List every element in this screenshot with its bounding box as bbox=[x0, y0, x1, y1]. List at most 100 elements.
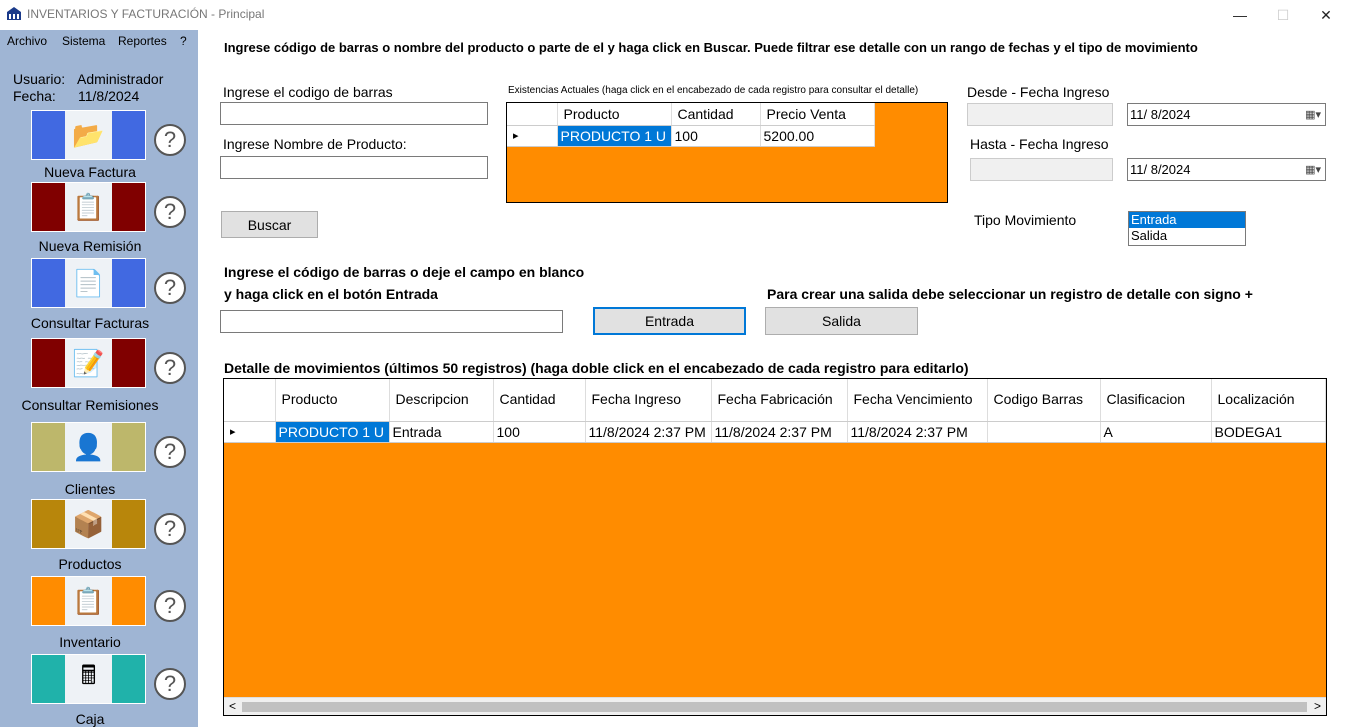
detail-cell[interactable]: A bbox=[1100, 421, 1212, 443]
horizontal-scrollbar[interactable]: < > bbox=[224, 697, 1326, 715]
menu-reportes[interactable]: Reportes bbox=[118, 34, 167, 48]
detail-column-header[interactable]: Codigo Barras bbox=[987, 379, 1101, 422]
detail-cell[interactable]: BODEGA1 bbox=[1211, 421, 1326, 443]
tile-button-1[interactable]: 📋 bbox=[31, 182, 146, 232]
help-icon[interactable]: ? bbox=[154, 668, 186, 700]
menu-archivo[interactable]: Archivo bbox=[7, 34, 47, 48]
detail-header-row: Producto Descripcion Cantidad Fecha Ingreso… bbox=[224, 379, 1326, 422]
maximize-button[interactable]: ☐ bbox=[1260, 0, 1306, 30]
stock-column-header[interactable]: Precio Venta bbox=[760, 103, 875, 126]
client-folder-icon: 👤 bbox=[72, 431, 105, 462]
document-pen-icon: 📝 bbox=[72, 347, 105, 378]
tile-label: Consultar Facturas bbox=[30, 315, 150, 331]
tile-label: Nueva Remisión bbox=[38, 238, 142, 254]
detail-cell[interactable]: PRODUCTO 1 U bbox=[275, 421, 390, 443]
row-marker[interactable]: ▸ bbox=[224, 421, 276, 443]
to-date-picker[interactable]: 11/ 8/2024 ▦▾ bbox=[1127, 158, 1326, 181]
detail-column-header[interactable]: Clasificacion bbox=[1100, 379, 1212, 422]
barcode-label: Ingrese el codigo de barras bbox=[223, 84, 393, 100]
detail-cell[interactable]: 100 bbox=[493, 421, 586, 443]
menu-help[interactable]: ? bbox=[180, 34, 187, 48]
product-name-label: Ingrese Nombre de Producto: bbox=[223, 136, 407, 152]
entry-button[interactable]: Entrada bbox=[593, 307, 746, 335]
tile-label: Productos bbox=[58, 556, 122, 572]
detail-column-header[interactable]: Descripcion bbox=[389, 379, 494, 422]
tile-label: Clientes bbox=[64, 481, 116, 497]
app-icon bbox=[6, 6, 22, 22]
detail-cell[interactable] bbox=[987, 421, 1101, 443]
user-value: Administrador bbox=[77, 71, 164, 87]
movement-option-entrada[interactable]: Entrada bbox=[1129, 212, 1245, 228]
entry-barcode-input[interactable] bbox=[220, 310, 563, 333]
detail-column-header[interactable]: Localización bbox=[1211, 379, 1326, 422]
stock-cell[interactable]: 100 bbox=[671, 125, 761, 147]
box-icon: 📦 bbox=[72, 508, 105, 539]
help-icon[interactable]: ? bbox=[154, 352, 186, 384]
scroll-left-arrow[interactable]: < bbox=[229, 699, 236, 713]
detail-column-header[interactable]: Fecha Fabricación bbox=[711, 379, 848, 422]
detail-caption: Detalle de movimientos (últimos 50 regis… bbox=[224, 360, 969, 376]
scroll-thumb[interactable] bbox=[242, 702, 1307, 712]
tile-button-2[interactable]: 📄 bbox=[31, 258, 146, 308]
product-name-input[interactable] bbox=[220, 156, 488, 179]
detail-cell[interactable]: Entrada bbox=[389, 421, 494, 443]
tile-button-3[interactable]: 📝 bbox=[31, 338, 146, 388]
detail-cell[interactable]: 11/8/2024 2:37 PM bbox=[585, 421, 712, 443]
movement-type-list[interactable]: Entrada Salida bbox=[1128, 211, 1246, 246]
scroll-right-arrow[interactable]: > bbox=[1314, 699, 1321, 713]
tile-button-0[interactable]: 📂 bbox=[31, 110, 146, 160]
calendar-icon[interactable]: ▦▾ bbox=[1305, 163, 1321, 176]
detail-column-header[interactable]: Cantidad bbox=[493, 379, 586, 422]
help-icon[interactable]: ? bbox=[154, 513, 186, 545]
invoice-folder-icon: 📂 bbox=[72, 119, 105, 150]
stock-header-row: Producto Cantidad Precio Venta bbox=[507, 103, 875, 126]
tile-button-5[interactable]: 📦 bbox=[31, 499, 146, 549]
row-marker[interactable]: ▸ bbox=[507, 125, 558, 147]
title-bar: INVENTARIOS Y FACTURACIÓN - Principal — … bbox=[0, 0, 1349, 30]
user-label: Usuario: bbox=[13, 71, 66, 87]
detail-column-header[interactable]: Producto bbox=[275, 379, 390, 422]
help-icon[interactable]: ? bbox=[154, 196, 186, 228]
movement-type-label: Tipo Movimiento bbox=[974, 212, 1077, 228]
tile-label: Inventario bbox=[59, 634, 121, 650]
stock-column-header[interactable]: Cantidad bbox=[671, 103, 761, 126]
detail-column-header[interactable]: Fecha Vencimiento bbox=[847, 379, 988, 422]
stock-caption: Existencias Actuales (haga click en el e… bbox=[508, 85, 919, 96]
stock-row[interactable]: ▸ PRODUCTO 1 U 100 5200.00 bbox=[507, 125, 875, 147]
exit-button[interactable]: Salida bbox=[765, 307, 918, 335]
stock-column-header[interactable]: Producto bbox=[557, 103, 672, 126]
help-icon[interactable]: ? bbox=[154, 124, 186, 156]
tile-button-7[interactable]: 🖩 bbox=[31, 654, 146, 704]
tile-button-4[interactable]: 👤 bbox=[31, 422, 146, 472]
date-value: 11/8/2024 bbox=[78, 88, 140, 104]
stock-cell[interactable]: 5200.00 bbox=[760, 125, 875, 147]
barcode-input[interactable] bbox=[220, 102, 488, 125]
tile-label: Consultar Remisiones bbox=[21, 397, 159, 413]
notepad-icon: 📋 bbox=[72, 191, 105, 222]
to-date-disabled-field bbox=[970, 158, 1113, 181]
row-header-corner bbox=[224, 379, 276, 422]
detail-column-header[interactable]: Fecha Ingreso bbox=[585, 379, 712, 422]
help-icon[interactable]: ? bbox=[154, 590, 186, 622]
from-date-disabled-field bbox=[967, 103, 1113, 126]
entry-instruction-line1: Ingrese el código de barras o deje el ca… bbox=[224, 264, 585, 280]
exit-note: Para crear una salida debe seleccionar u… bbox=[767, 286, 1253, 302]
movement-option-salida[interactable]: Salida bbox=[1129, 228, 1245, 244]
tile-button-6[interactable]: 📋 bbox=[31, 576, 146, 626]
help-icon[interactable]: ? bbox=[154, 436, 186, 468]
detail-cell[interactable]: 11/8/2024 2:37 PM bbox=[847, 421, 988, 443]
close-button[interactable]: ✕ bbox=[1303, 0, 1349, 30]
detail-row[interactable]: ▸ PRODUCTO 1 U Entrada 100 11/8/2024 2:37 PM… bbox=[224, 421, 1326, 443]
help-icon[interactable]: ? bbox=[154, 272, 186, 304]
from-date-picker[interactable]: 11/ 8/2024 ▦▾ bbox=[1127, 103, 1326, 126]
calendar-icon[interactable]: ▦▾ bbox=[1305, 108, 1321, 121]
stock-cell[interactable]: PRODUCTO 1 U bbox=[557, 125, 672, 147]
to-date-value: 11/ 8/2024 bbox=[1130, 162, 1191, 177]
to-date-label: Hasta - Fecha Ingreso bbox=[970, 136, 1109, 152]
detail-cell[interactable]: 11/8/2024 2:37 PM bbox=[711, 421, 848, 443]
tile-label: Caja bbox=[75, 711, 105, 727]
menu-sistema[interactable]: Sistema bbox=[62, 34, 105, 48]
document-form-icon: 📄 bbox=[72, 267, 105, 298]
search-button[interactable]: Buscar bbox=[221, 211, 318, 238]
minimize-button[interactable]: — bbox=[1217, 0, 1263, 30]
